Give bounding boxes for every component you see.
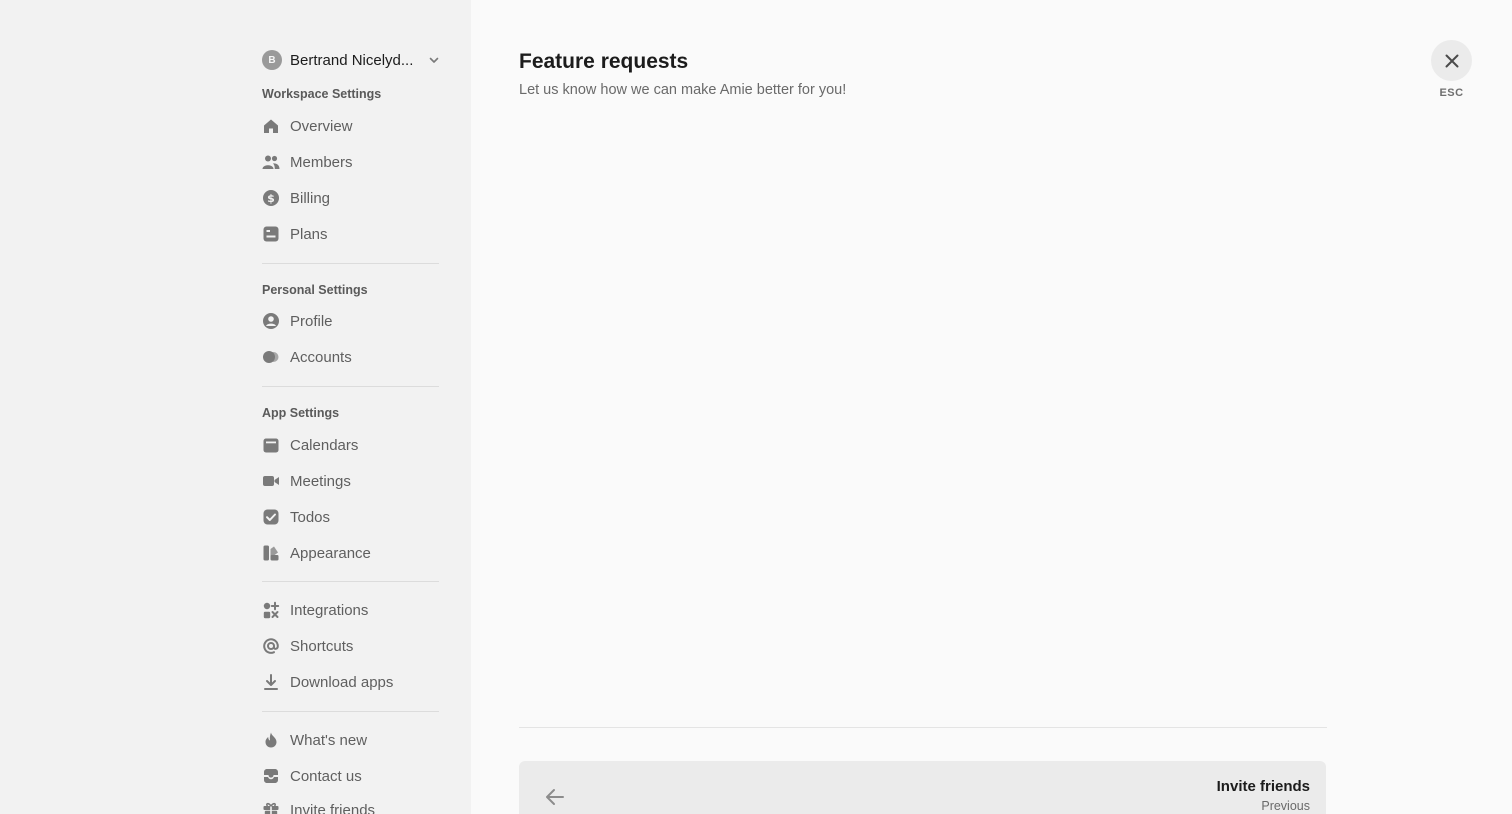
sidebar-item-whats-new[interactable]: What's new [262, 726, 440, 754]
main-content: Feature requests Let us know how we can … [471, 0, 1512, 814]
sidebar-item-download-apps[interactable]: Download apps [262, 668, 440, 696]
at-sign-icon [262, 637, 280, 655]
appearance-icon [262, 544, 280, 562]
sidebar-item-label: Overview [290, 117, 353, 135]
integrations-icon [262, 601, 280, 619]
chevron-down-icon [429, 57, 439, 63]
download-icon [262, 673, 280, 691]
sidebar-item-label: Billing [290, 189, 331, 207]
users-icon [262, 153, 280, 171]
sidebar-item-calendars[interactable]: Calendars [262, 431, 440, 459]
sidebar-item-billing[interactable]: $ Billing [262, 184, 440, 212]
sidebar-item-label: Profile [290, 312, 333, 330]
divider [519, 727, 1327, 728]
sidebar-item-todos[interactable]: Todos [262, 503, 440, 531]
sidebar-item-label: Shortcuts [290, 637, 354, 655]
sidebar-item-shortcuts[interactable]: Shortcuts [262, 632, 440, 660]
sidebar-item-label: Invite friends [290, 801, 376, 814]
sidebar-item-invite-friends[interactable]: Invite friends [262, 796, 440, 814]
page-title: Feature requests [519, 50, 689, 73]
sidebar-item-label: Appearance [290, 544, 371, 562]
sidebar-item-label: What's new [290, 731, 368, 749]
divider [262, 263, 439, 264]
sidebar-item-profile[interactable]: Profile [262, 307, 440, 335]
sidebar-item-label: Meetings [290, 472, 351, 490]
sidebar-item-appearance[interactable]: Appearance [262, 539, 440, 567]
gift-icon [262, 801, 280, 814]
inbox-icon [262, 767, 280, 785]
divider [262, 581, 439, 582]
home-icon [262, 117, 280, 135]
arrow-left-icon [546, 789, 564, 805]
sidebar-item-label: Contact us [290, 767, 362, 785]
workspace-switcher[interactable]: B Bertrand Nicelyd... [262, 48, 440, 72]
sidebar-item-label: Integrations [290, 601, 369, 619]
flame-icon [262, 731, 280, 749]
previous-page-label: Previous [1261, 799, 1310, 813]
sidebar-item-meetings[interactable]: Meetings [262, 467, 440, 495]
sidebar-item-label: Plans [290, 225, 328, 243]
video-camera-icon [262, 472, 280, 490]
section-title-app: App Settings [262, 406, 340, 420]
calendar-icon [262, 436, 280, 454]
sidebar-item-label: Calendars [290, 436, 359, 454]
workspace-name: Bertrand Nicelyd... [290, 51, 414, 69]
sidebar-item-label: Download apps [290, 673, 394, 691]
sidebar-item-label: Members [290, 153, 353, 171]
sidebar-item-plans[interactable]: Plans [262, 220, 440, 248]
section-title-personal: Personal Settings [262, 283, 368, 297]
previous-page-title: Invite friends [1216, 778, 1310, 795]
check-icon [262, 508, 280, 526]
sidebar-item-accounts[interactable]: Accounts [262, 343, 440, 371]
sidebar-item-label: Accounts [290, 348, 352, 366]
divider [262, 711, 439, 712]
dollar-icon: $ [262, 189, 280, 207]
settings-sidebar: B Bertrand Nicelyd... Workspace Settings… [0, 0, 471, 814]
close-icon [1445, 54, 1458, 67]
divider [262, 386, 439, 387]
plans-icon [262, 225, 280, 243]
sidebar-item-contact-us[interactable]: Contact us [262, 762, 440, 790]
esc-label: ESC [1439, 87, 1464, 99]
sidebar-item-members[interactable]: Members [262, 148, 440, 176]
page-subtitle: Let us know how we can make Amie better … [519, 82, 847, 98]
sidebar-item-integrations[interactable]: Integrations [262, 596, 440, 624]
svg-text:$: $ [267, 192, 275, 205]
sidebar-item-overview[interactable]: Overview [262, 112, 440, 140]
sidebar-item-label: Todos [290, 508, 331, 526]
avatar: B [262, 50, 282, 70]
close-button[interactable] [1431, 40, 1472, 81]
previous-page-card[interactable]: Invite friends Previous [519, 761, 1326, 814]
user-circle-icon [262, 312, 280, 330]
accounts-icon [262, 348, 280, 366]
section-title-workspace: Workspace Settings [262, 87, 382, 101]
